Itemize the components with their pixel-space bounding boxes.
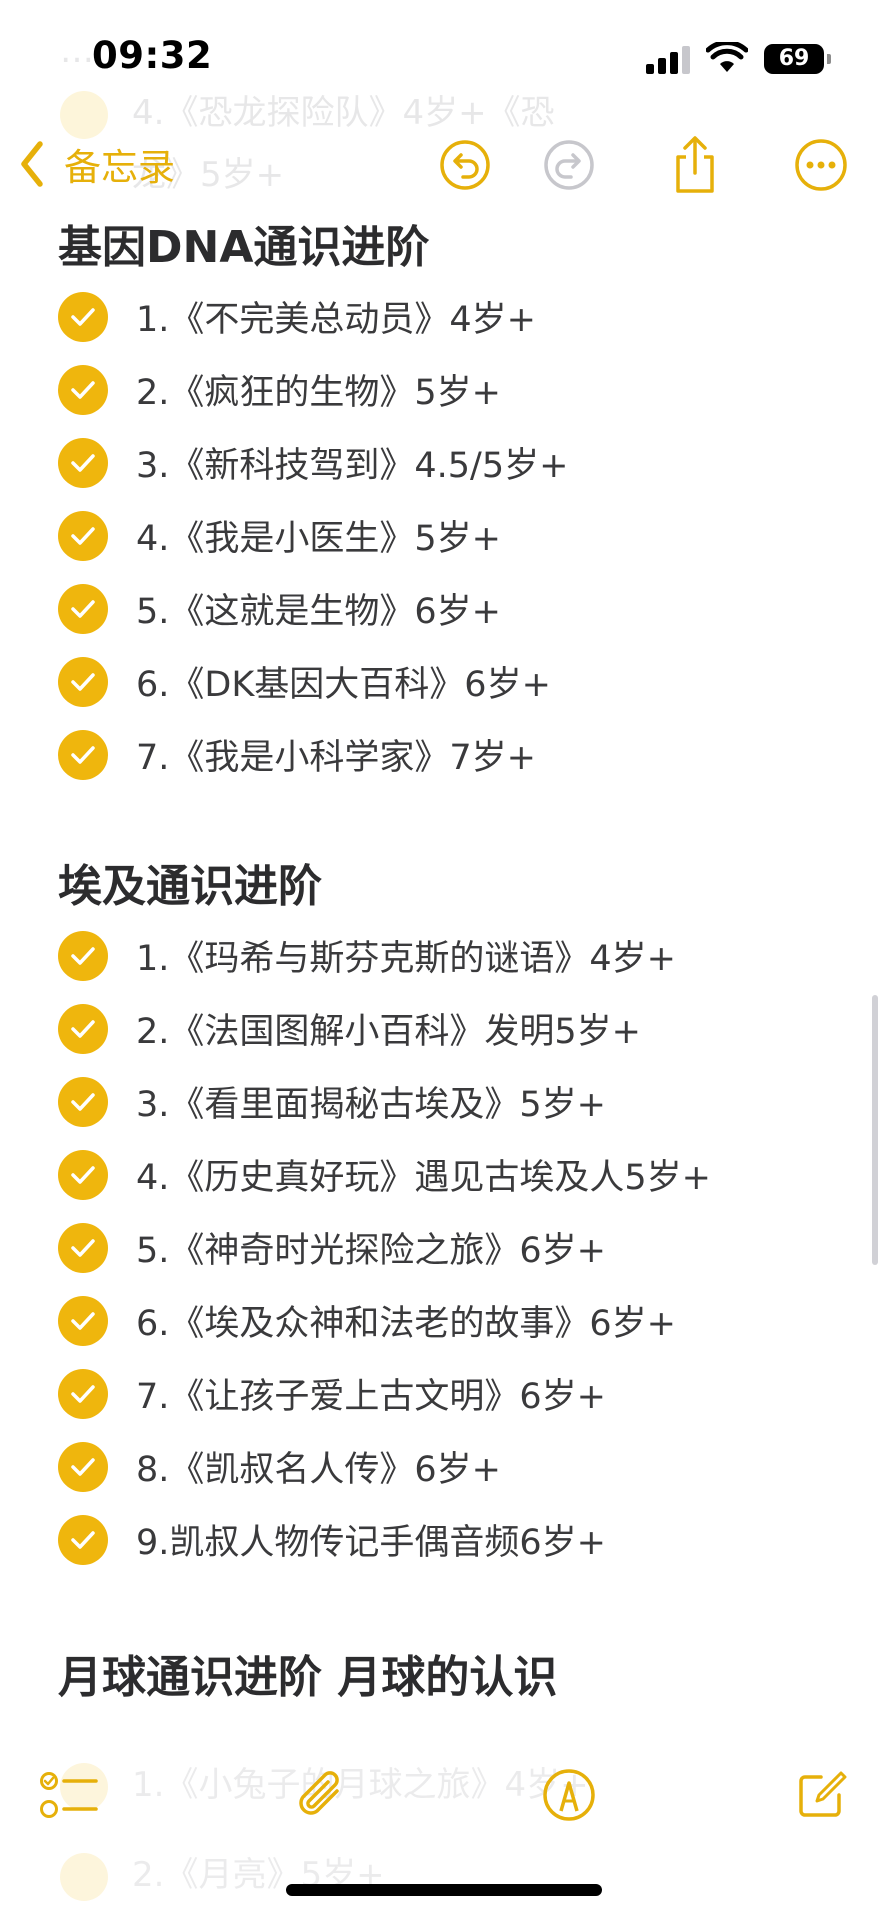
checkmark-circle-icon[interactable]	[58, 1514, 108, 1565]
battery-indicator: 69	[764, 44, 824, 74]
checklist-item: 9.凯叔人物传记手偶音频6岁+	[0, 1503, 887, 1576]
checklist-item: 5.《这就是生物》6岁+	[0, 572, 887, 645]
checklist-item-text[interactable]: 6.《DK基因大百科》6岁+	[136, 656, 551, 707]
more-icon	[795, 139, 847, 191]
checklist-item: 8.《凯叔名人传》6岁+	[0, 1430, 887, 1503]
checkmark-circle-icon[interactable]	[58, 583, 108, 634]
home-indicator[interactable]	[286, 1884, 602, 1896]
checklist-item-text[interactable]: 5.《这就是生物》6岁+	[136, 583, 501, 634]
checkmark-circle-icon[interactable]	[58, 656, 108, 707]
checklist-item-text[interactable]: 2.《疯狂的生物》5岁+	[136, 364, 501, 415]
attachment-button[interactable]	[286, 1760, 356, 1830]
section-moon: 月球通识进阶 月球的认识	[0, 1646, 887, 1710]
checklist-item: 7.《我是小科学家》7岁+	[0, 718, 887, 791]
checklist-item: 6.《埃及众神和法老的故事》6岁+	[0, 1284, 887, 1357]
checklist-item: 5.《神奇时光探险之旅》6岁+	[0, 1211, 887, 1284]
checklist-icon	[40, 1772, 98, 1818]
redo-icon	[544, 140, 594, 190]
checklist-item-text[interactable]: 3.《新科技驾到》4.5/5岁+	[136, 437, 568, 488]
checklist-item-text[interactable]: 8.《凯叔名人传》6岁+	[136, 1441, 501, 1492]
checkmark-circle-icon[interactable]	[58, 729, 108, 780]
checkmark-circle-icon[interactable]	[58, 1222, 108, 1273]
checkmark-circle-icon[interactable]	[58, 1149, 108, 1200]
checkmark-circle-icon[interactable]	[58, 1368, 108, 1419]
checklist-item-text[interactable]: 6.《埃及众神和法老的故事》6岁+	[136, 1295, 676, 1346]
share-icon	[676, 136, 714, 193]
checklist-item-text[interactable]: 2.《法国图解小百科》发明5岁+	[136, 1003, 641, 1054]
undo-icon	[440, 140, 490, 190]
checklist-item: 4.《我是小医生》5岁+	[0, 499, 887, 572]
checklist-item-text[interactable]: 7.《让孩子爱上古文明》6岁+	[136, 1368, 606, 1419]
checklist-item: 3.《看里面揭秘古埃及》5岁+	[0, 1065, 887, 1138]
checklist-item: 3.《新科技驾到》4.5/5岁+	[0, 426, 887, 499]
wifi-icon	[705, 40, 749, 78]
checklist-item-text[interactable]: 1.《不完美总动员》4岁+	[136, 291, 536, 342]
section-title: 月球通识进阶 月球的认识	[58, 1652, 558, 1703]
checkmark-circle-icon[interactable]	[58, 930, 108, 981]
scroll-indicator[interactable]	[872, 995, 878, 1265]
checkmark-circle-icon[interactable]	[58, 291, 108, 342]
section-title: 埃及通识进阶	[58, 861, 322, 912]
navigation-bar: 备忘录	[0, 120, 887, 216]
checkmark-circle-icon[interactable]	[58, 1441, 108, 1492]
paperclip-icon	[299, 1771, 339, 1815]
back-button[interactable]: 备忘录	[18, 134, 175, 194]
back-button-label: 备忘录	[64, 146, 175, 189]
pen-markup-icon	[543, 1769, 595, 1821]
more-button[interactable]	[786, 130, 856, 200]
checklist-item: 2.《疯狂的生物》5岁+	[0, 353, 887, 426]
checkmark-circle-icon[interactable]	[58, 1003, 108, 1054]
compose-button[interactable]	[786, 1760, 856, 1830]
ghost-check-icon	[60, 1852, 108, 1901]
section-dna: 基因DNA通识进阶 1.《不完美总动员》4岁+ 2.《疯狂的生物》5岁+ 3.《…	[0, 216, 887, 791]
section-egypt: 埃及通识进阶 1.《玛希与斯芬克斯的谜语》4岁+ 2.《法国图解小百科》发明5岁…	[0, 855, 887, 1576]
checklist-item-text[interactable]: 4.《历史真好玩》遇见古埃及人5岁+	[136, 1149, 711, 1200]
checklist-item-text[interactable]: 3.《看里面揭秘古埃及》5岁+	[136, 1076, 606, 1127]
checklist-item: 6.《DK基因大百科》6岁+	[0, 645, 887, 718]
markup-button[interactable]	[534, 1760, 604, 1830]
checkmark-circle-icon[interactable]	[58, 437, 108, 488]
section-title: 基因DNA通识进阶	[58, 222, 430, 273]
checklist-item: 2.《法国图解小百科》发明5岁+	[0, 992, 887, 1065]
cellular-signal-icon	[646, 44, 694, 74]
checklist-item-text[interactable]: 4.《我是小医生》5岁+	[136, 510, 501, 561]
checklist-item: 7.《让孩子爱上古文明》6岁+	[0, 1357, 887, 1430]
checklist-button[interactable]	[34, 1760, 104, 1830]
status-time: 09:32	[92, 34, 213, 77]
checklist-item: 1.《不完美总动员》4岁+	[0, 280, 887, 353]
checkmark-circle-icon[interactable]	[58, 364, 108, 415]
checklist-item-text[interactable]: 7.《我是小科学家》7岁+	[136, 729, 536, 780]
checklist-item: 4.《历史真好玩》遇见古埃及人5岁+	[0, 1138, 887, 1211]
battery-tip	[827, 54, 831, 64]
undo-button[interactable]	[430, 130, 500, 200]
checkmark-circle-icon[interactable]	[58, 1295, 108, 1346]
bottom-toolbar	[0, 1740, 887, 1850]
compose-icon	[799, 1771, 847, 1817]
status-bar: 09:32 69	[0, 0, 887, 120]
checklist-item: 1.《玛希与斯芬克斯的谜语》4岁+	[0, 919, 887, 992]
checklist-item-text[interactable]: 1.《玛希与斯芬克斯的谜语》4岁+	[136, 930, 676, 981]
share-button[interactable]	[660, 130, 730, 200]
redo-button[interactable]	[534, 130, 604, 200]
checklist-item-text[interactable]: 9.凯叔人物传记手偶音频6岁+	[136, 1514, 606, 1565]
checkmark-circle-icon[interactable]	[58, 1076, 108, 1127]
checklist-item-text[interactable]: 5.《神奇时光探险之旅》6岁+	[136, 1222, 606, 1273]
note-body[interactable]: 基因DNA通识进阶 1.《不完美总动员》4岁+ 2.《疯狂的生物》5岁+ 3.《…	[0, 216, 887, 1710]
checkmark-circle-icon[interactable]	[58, 510, 108, 561]
chevron-left-icon	[21, 141, 43, 187]
